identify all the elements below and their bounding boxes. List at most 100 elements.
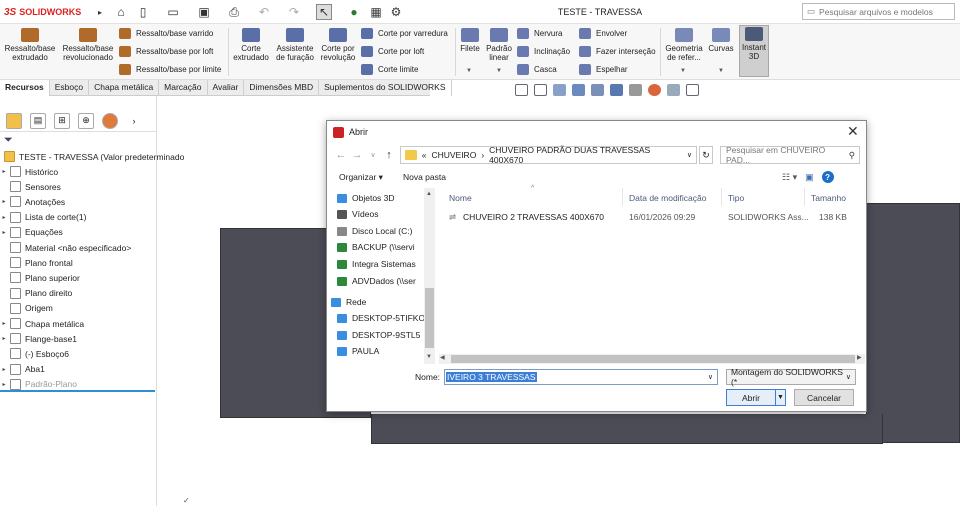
open-button[interactable]: Abrir ▼ (726, 389, 786, 406)
rollback-bar[interactable] (0, 390, 155, 392)
view-orientation-icon[interactable] (591, 84, 604, 96)
nav-item[interactable]: Rede (331, 294, 366, 310)
filter-icon[interactable]: ⏷ (4, 134, 13, 147)
extruded-boss-button[interactable]: Ressalto/base extrudado (4, 27, 56, 62)
open-folder-icon[interactable]: ▭ (165, 4, 181, 20)
nav-item[interactable]: ADVDados (\\ser (337, 273, 416, 289)
tree-item[interactable]: Material <não especificado> (0, 240, 131, 255)
revolved-cut-button[interactable]: Corte por revolução (319, 27, 357, 62)
change-view-icon[interactable]: ☷ ▾ (782, 172, 797, 183)
reference-geometry-dropdown-icon[interactable]: ▼ (680, 68, 686, 74)
home-icon[interactable]: ⌂ (113, 4, 129, 20)
tab-avaliar[interactable]: Avaliar (208, 80, 245, 96)
tree-item[interactable]: ▸ Histórico (0, 164, 58, 179)
recent-locations-icon[interactable]: ∨ (365, 151, 381, 159)
tree-item[interactable]: ▸ Equações (0, 225, 63, 240)
display-style-icon[interactable] (610, 84, 623, 96)
view-settings-icon[interactable] (686, 84, 699, 96)
tree-item[interactable]: ▸ Flange-base1 (0, 331, 77, 346)
pattern-dropdown-icon[interactable]: ▼ (496, 68, 502, 74)
redo-icon[interactable]: ↷ (286, 4, 302, 20)
folder-search-input[interactable]: Pesquisar em CHUVEIRO PAD... ⚲ (720, 145, 860, 165)
scroll-left-icon[interactable]: ◀ (440, 354, 445, 361)
nav-item[interactable]: Disco Local (C:) (337, 223, 412, 239)
new-folder-button[interactable]: Nova pasta (403, 172, 446, 182)
tree-root[interactable]: TESTE - TRAVESSA (Valor predeterminado (2, 149, 184, 164)
print-icon[interactable]: ⎙ (226, 4, 242, 20)
nav-item[interactable]: Vídeos (337, 206, 378, 222)
section-view-icon[interactable] (572, 84, 585, 96)
lofted-boss-button[interactable]: Ressalto/base por loft (119, 46, 213, 57)
draft-button[interactable]: Inclinação (517, 46, 570, 57)
nav-item[interactable]: Integra Sistemas (337, 256, 416, 272)
chevron-down-icon[interactable]: ∨ (708, 373, 713, 381)
column-name[interactable]: Nome (449, 193, 472, 203)
options-gear-icon[interactable]: ⚙ (388, 4, 404, 20)
expand-menu-icon[interactable]: ▸ (92, 4, 108, 20)
file-properties-icon[interactable]: ▦ (368, 4, 384, 20)
breadcrumb-overflow[interactable]: « (422, 150, 427, 160)
hole-wizard-button[interactable]: Assistente de furação (274, 27, 316, 62)
column-divider[interactable] (622, 188, 623, 206)
swept-cut-button[interactable]: Corte por varredura (361, 28, 448, 39)
up-arrow-icon[interactable]: ↑ (381, 149, 397, 161)
zoom-to-fit-icon[interactable] (515, 84, 528, 96)
tree-item[interactable]: ▸ Chapa metálica (0, 316, 84, 331)
fillet-button[interactable]: Filete (458, 27, 482, 53)
intersect-button[interactable]: Fazer interseção (579, 46, 656, 57)
nav-item[interactable]: DESKTOP-5TIFKO (337, 310, 425, 326)
hide-show-items-icon[interactable] (629, 84, 642, 96)
breadcrumb-item[interactable]: CHUVEIRO (431, 150, 476, 160)
nav-item[interactable]: Objetos 3D (337, 190, 395, 206)
back-arrow-icon[interactable]: ← (333, 149, 349, 161)
scroll-right-icon[interactable]: ▶ (857, 354, 862, 361)
tree-item[interactable]: Sensores (0, 179, 61, 194)
zoom-area-icon[interactable] (534, 84, 547, 96)
wrap-button[interactable]: Envolver (579, 28, 627, 39)
tab-recursos[interactable]: Recursos (0, 80, 50, 96)
tree-item[interactable]: Plano direito (0, 286, 72, 301)
rebuild-icon[interactable]: ● (346, 4, 362, 20)
expand-arrow-icon[interactable]: ▸ (0, 320, 8, 327)
expand-arrow-icon[interactable]: ▸ (0, 381, 8, 388)
expand-arrow-icon[interactable]: ▸ (0, 229, 8, 236)
undo-icon[interactable]: ↶ (256, 4, 272, 20)
select-pointer-icon[interactable]: ↖ (316, 4, 332, 20)
file-list-hscrollbar-thumb[interactable] (451, 355, 855, 363)
tree-item[interactable]: ▸ Aba1 (0, 362, 45, 377)
fillet-dropdown-icon[interactable]: ▼ (466, 68, 472, 74)
extruded-cut-button[interactable]: Corte extrudado (232, 27, 270, 62)
new-document-icon[interactable]: ▯ (135, 4, 151, 20)
tab-chapa-metalica[interactable]: Chapa metálica (89, 80, 160, 96)
nav-item[interactable]: BACKUP (\\servi (337, 239, 415, 255)
file-row[interactable]: ⇌ CHUVEIRO 2 TRAVESSAS 400X670 16/01/202… (447, 209, 857, 225)
chevron-down-icon[interactable]: ∨ (687, 151, 692, 159)
reference-geometry-button[interactable]: Geometria de refer... (664, 27, 704, 62)
tab-dimensoes-mbd[interactable]: Dimensões MBD (244, 80, 320, 96)
tree-item[interactable]: ▸ Lista de corte(1) (0, 210, 86, 225)
revolved-boss-button[interactable]: Ressalto/base revolucionado (60, 27, 116, 62)
tree-item[interactable]: Plano frontal (0, 255, 73, 270)
expand-arrow-icon[interactable]: ▸ (0, 198, 8, 205)
more-tabs-icon[interactable]: › (126, 113, 142, 129)
column-divider[interactable] (804, 188, 805, 206)
nav-item[interactable]: DESKTOP-9STL5 (337, 327, 420, 343)
preview-pane-icon[interactable]: ▣ (805, 172, 814, 183)
edit-appearance-icon[interactable] (648, 84, 661, 96)
column-size[interactable]: Tamanho (811, 193, 846, 203)
navigation-scrollbar-thumb[interactable] (425, 288, 434, 348)
expand-arrow-icon[interactable]: ▸ (0, 214, 8, 221)
shell-button[interactable]: Casca (517, 64, 557, 75)
expand-arrow-icon[interactable]: ▸ (0, 366, 8, 373)
help-icon[interactable]: ? (821, 171, 834, 183)
curves-button[interactable]: Curvas (707, 27, 735, 53)
expand-arrow-icon[interactable]: ▸ (0, 168, 8, 175)
part-body[interactable] (371, 414, 883, 444)
close-icon[interactable]: ✕ (847, 123, 859, 140)
dimxpert-manager-tab-icon[interactable]: ⊕ (78, 112, 94, 129)
previous-view-icon[interactable] (553, 84, 566, 96)
tab-suplementos[interactable]: Suplementos do SOLIDWORKS (319, 80, 452, 96)
breadcrumb-item[interactable]: CHUVEIRO PADRÃO DUAS TRAVESSAS 400X670 (489, 145, 682, 165)
instant3d-toggle[interactable]: Instant 3D (739, 25, 769, 77)
mirror-button[interactable]: Espelhar (579, 64, 628, 75)
